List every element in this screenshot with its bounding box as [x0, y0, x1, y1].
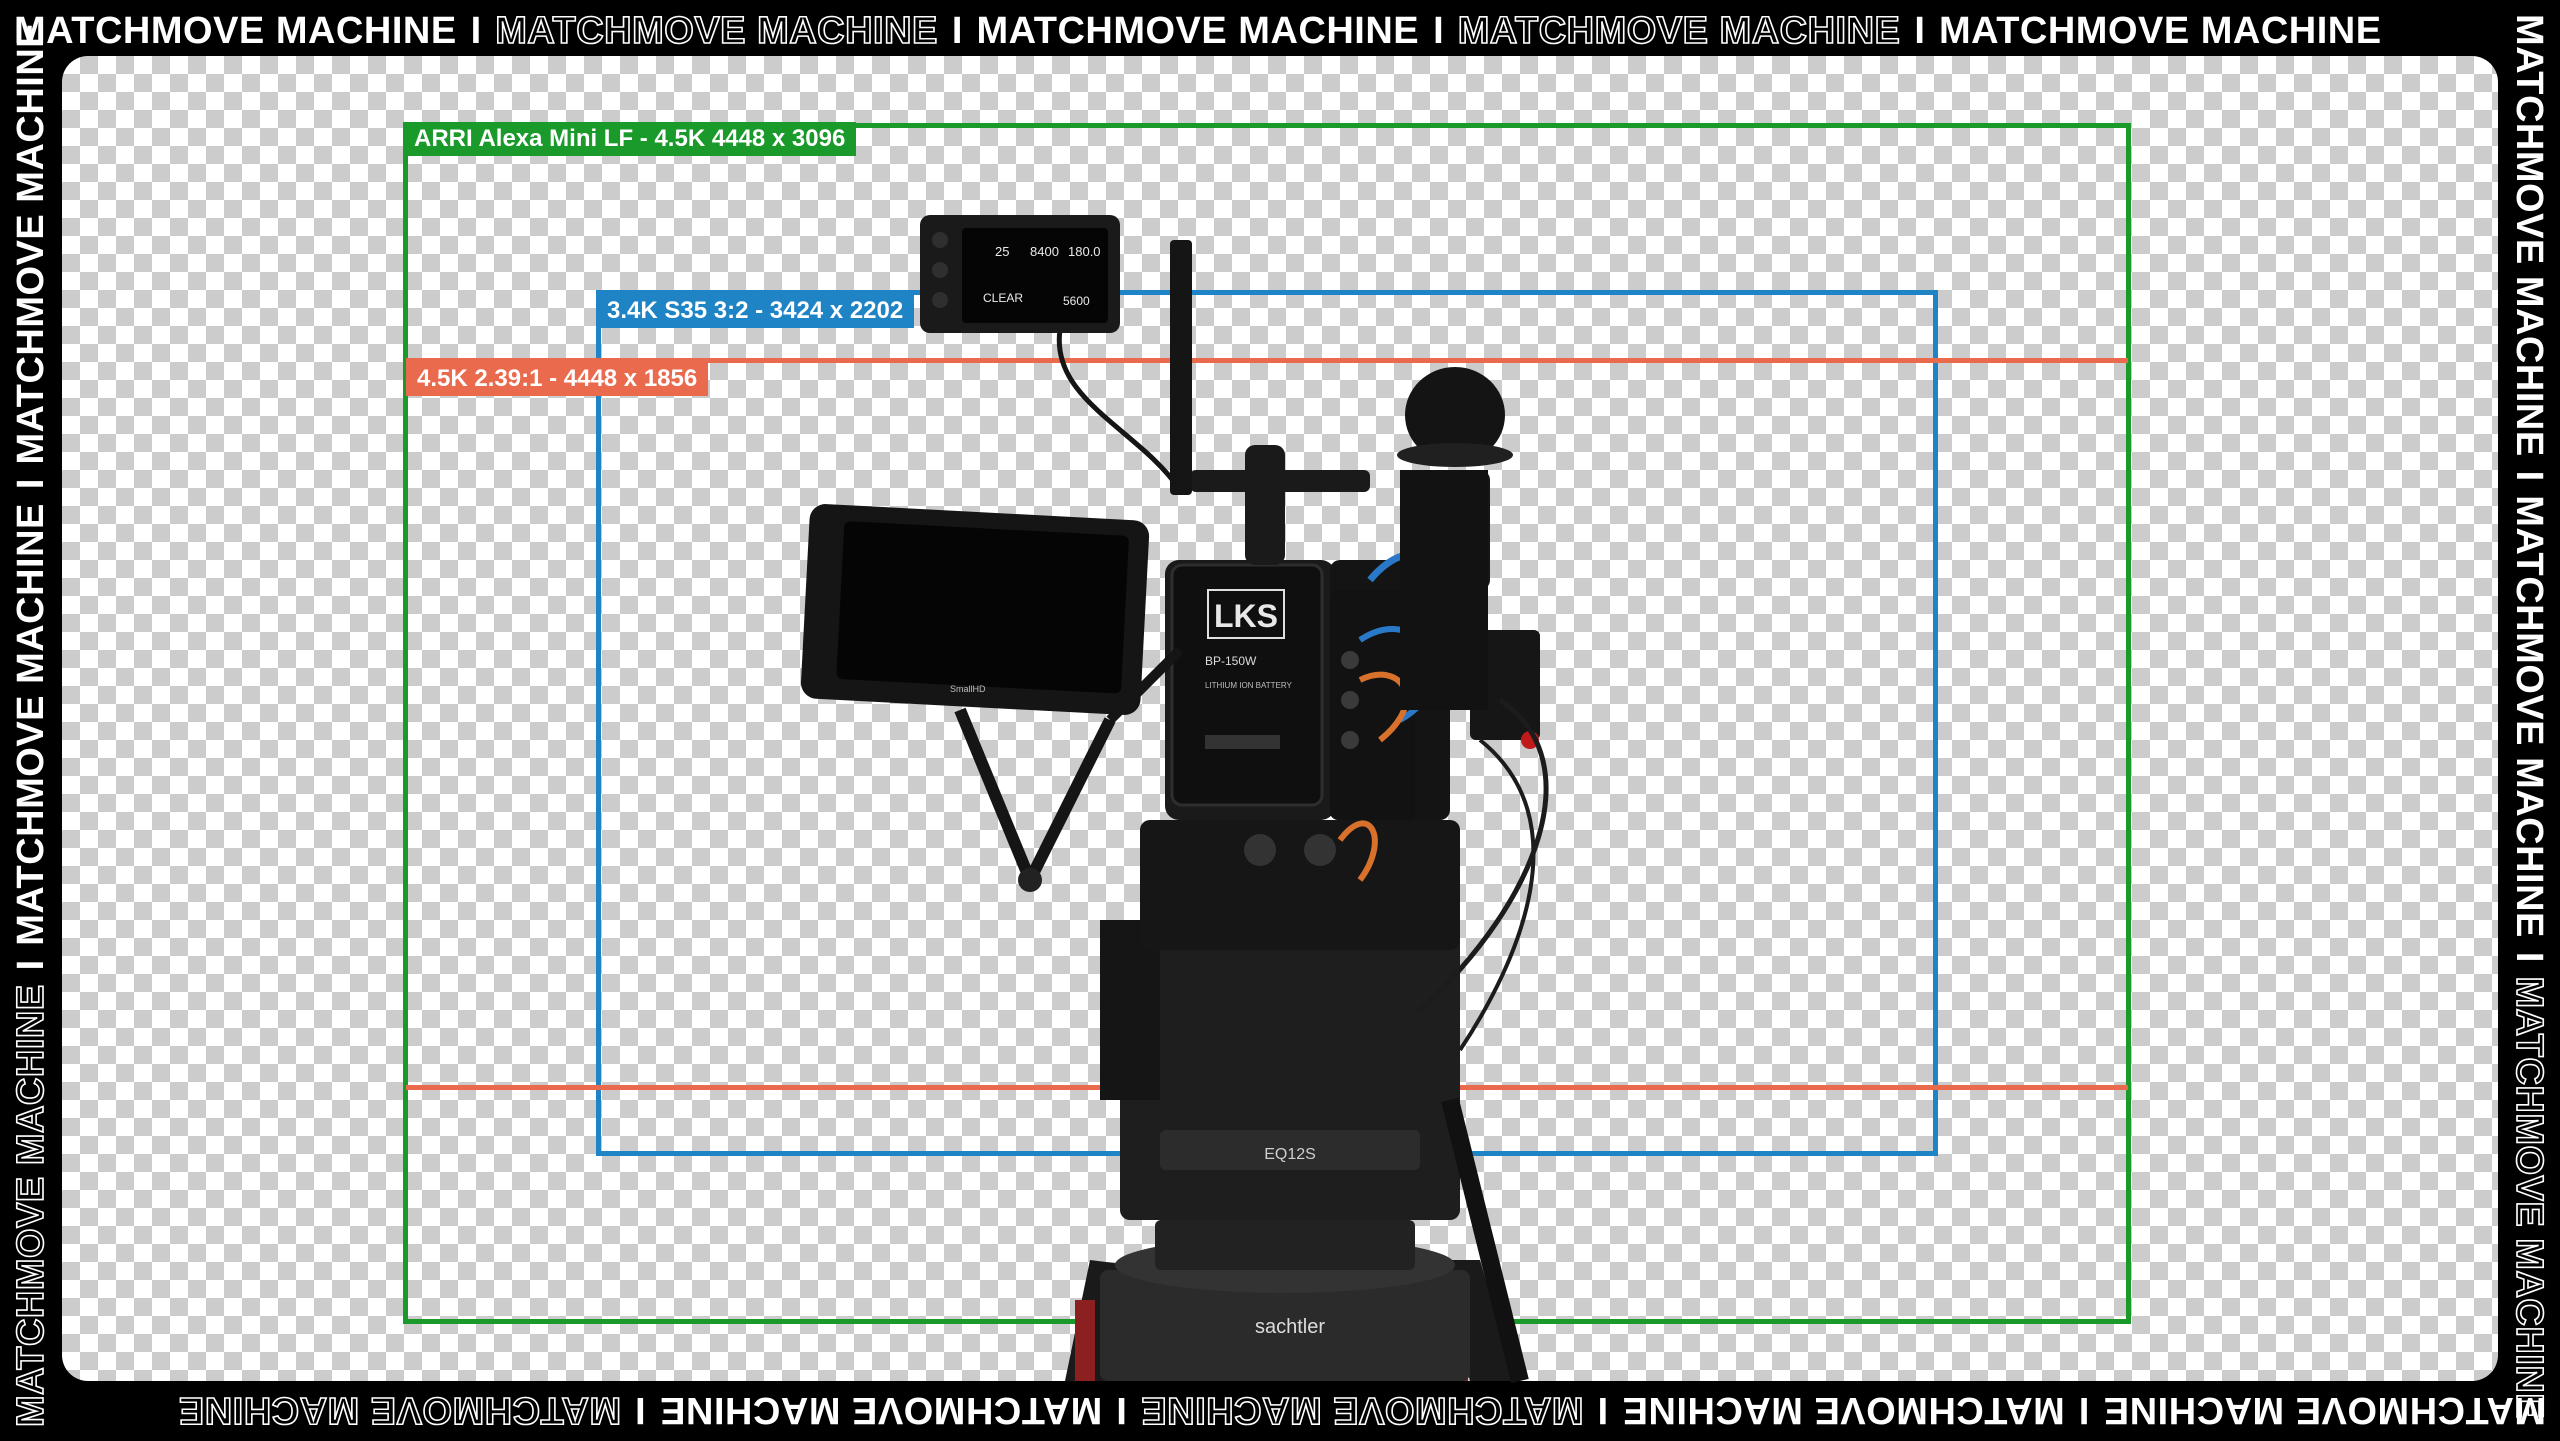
battery-spec: LITHIUM ION BATTERY	[1205, 681, 1292, 690]
battery: LKS BP-150W LITHIUM ION BATTERY	[1170, 563, 1324, 807]
format-label-s35: 3.4K S35 3:2 - 3424 x 2202	[596, 294, 915, 328]
battery-model: BP-150W	[1205, 654, 1257, 668]
format-label-scope: 4.5K 2.39:1 - 4448 x 1856	[406, 362, 709, 396]
panel-readout-filter: CLEAR	[983, 291, 1023, 305]
panel-readout-wb: 5600	[1063, 294, 1090, 308]
battery-brand-logo: LKS	[1214, 598, 1278, 634]
monitor-brand: SmallHD	[950, 684, 986, 694]
panel-readout-shutter: 180.0	[1068, 244, 1101, 259]
panel-readout-fps: 25	[995, 244, 1009, 259]
head-label: EQ12S	[1264, 1146, 1316, 1163]
format-label-full-format: ARRI Alexa Mini LF - 4.5K 4448 x 3096	[403, 122, 857, 156]
control-panel: 25 8400 180.0 CLEAR 5600	[920, 215, 1192, 495]
tripod: sachtler	[1065, 1220, 1515, 1381]
camera-rig: sachtler EQ12S LKS BP-150W LITHIUM ION B…	[800, 215, 1549, 1384]
monitor-rig: SmallHD	[800, 504, 1184, 892]
panel-readout-iso: 8400	[1030, 244, 1059, 259]
tripod-brand-label: sachtler	[1255, 1316, 1325, 1338]
